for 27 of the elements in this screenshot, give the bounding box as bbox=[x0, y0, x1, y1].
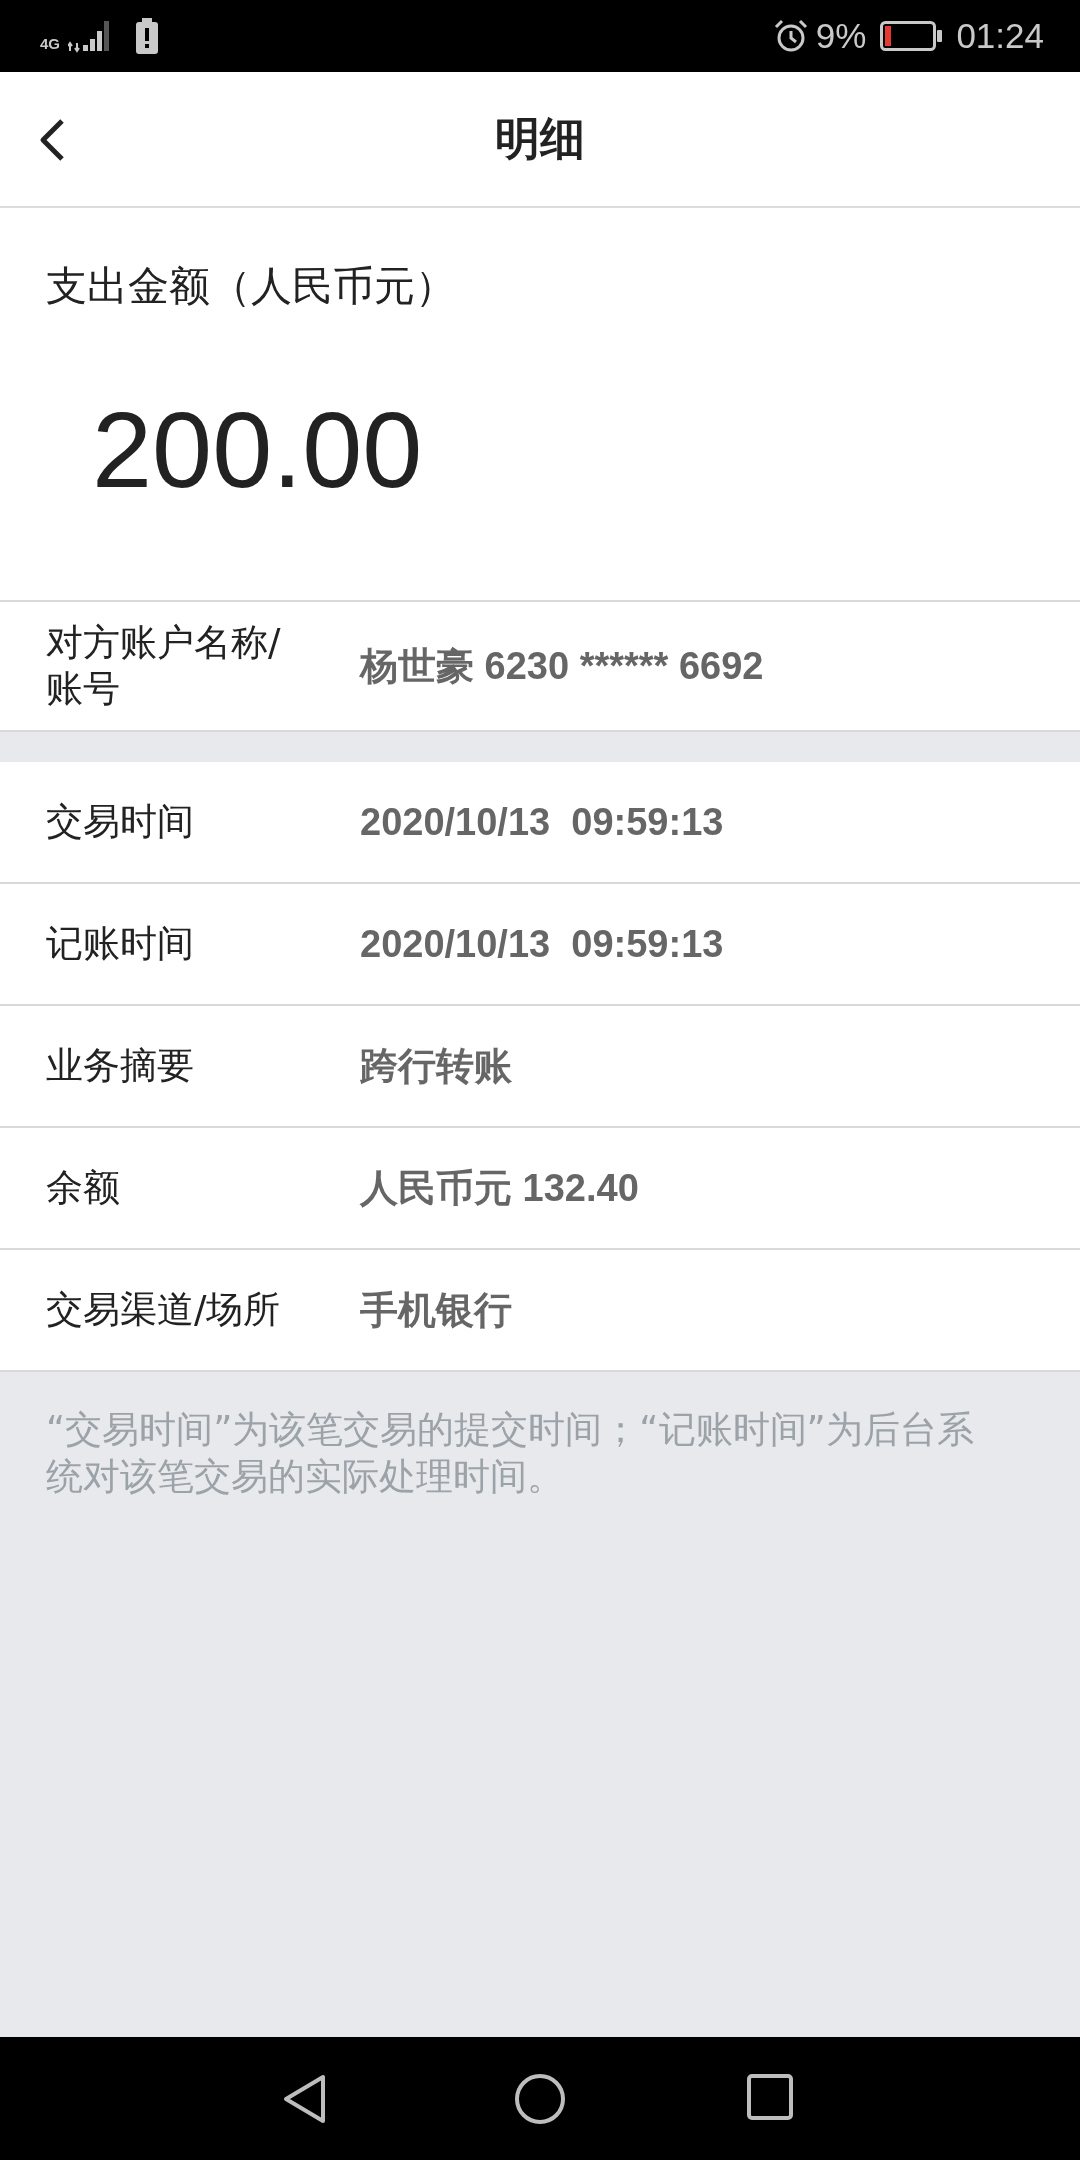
amount-label: 支出金额（人民币元） bbox=[46, 261, 457, 312]
alarm-clock-icon bbox=[773, 19, 808, 53]
field-label: 业务摘要 bbox=[46, 1043, 195, 1089]
field-value: 跨行转账 bbox=[360, 1044, 512, 1089]
field-label: 交易时间 bbox=[46, 799, 195, 845]
field-value: 2020/10/13 09:59:13 bbox=[360, 922, 724, 967]
field-label: 余额 bbox=[46, 1165, 121, 1211]
home-nav-button[interactable] bbox=[515, 2073, 565, 2124]
home-circle-icon bbox=[515, 2073, 565, 2124]
footnote-text: “交易时间”为该笔交易的提交时间；“记账时间”为后台系统对该笔交易的实际处理时间。 bbox=[45, 1407, 975, 1500]
field-value: 手机银行 bbox=[360, 1288, 512, 1333]
field-label: 记账时间 bbox=[46, 921, 195, 967]
field-value: 2020/10/13 09:59:13 bbox=[360, 800, 724, 845]
back-triangle-icon bbox=[283, 2073, 327, 2124]
field-value: 人民币元 132.40 bbox=[360, 1166, 639, 1211]
battery-icon bbox=[880, 21, 943, 51]
amount-value: 200.00 bbox=[92, 390, 423, 510]
battery-alert-icon bbox=[136, 18, 158, 54]
battery-percent: 9% bbox=[815, 16, 867, 56]
back-chevron-icon bbox=[39, 118, 65, 162]
page-title: 明细 bbox=[495, 111, 585, 167]
field-label: 对方账户名称/账号 bbox=[46, 620, 282, 712]
field-label: 交易渠道/场所 bbox=[46, 1287, 282, 1333]
field-value: 杨世豪 6230 ****** 6692 bbox=[360, 644, 764, 689]
clock-time: 01:24 bbox=[956, 16, 1044, 56]
recents-square-icon bbox=[747, 2073, 793, 2120]
network-type-label: 4G bbox=[40, 36, 60, 51]
